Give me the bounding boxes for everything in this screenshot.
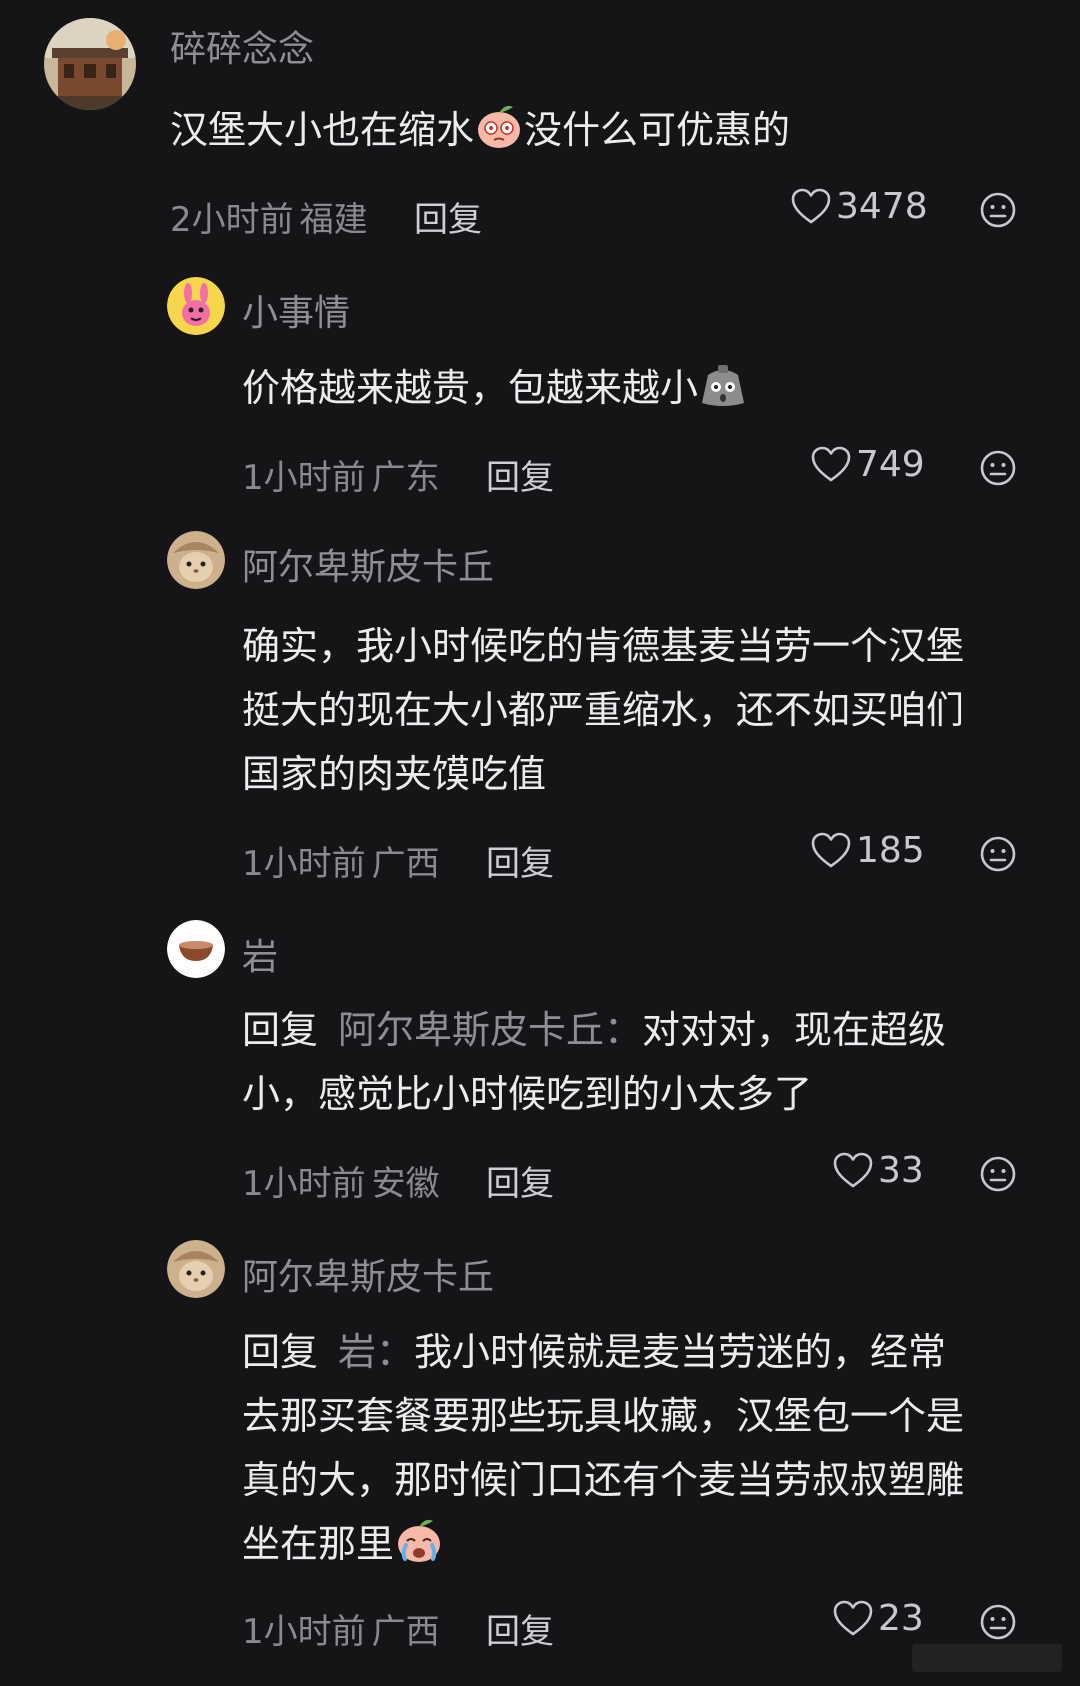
meh-face-icon[interactable] [979, 449, 1017, 487]
comment-username[interactable]: 岩 [242, 928, 278, 980]
comment-time: 1小时前 [242, 458, 366, 498]
avatar[interactable] [167, 920, 225, 978]
comment-text: 没什么可优惠的 [524, 108, 791, 152]
like-count: 23 [878, 1598, 924, 1639]
heart-outline-icon [811, 446, 851, 481]
comment-username[interactable]: 小事情 [242, 284, 350, 336]
comment-time: 2小时前 [170, 200, 294, 240]
avatar[interactable] [167, 531, 225, 589]
avatar[interactable] [44, 18, 136, 110]
meh-face-icon[interactable] [979, 1603, 1017, 1641]
comment-text: 坐在那里 [242, 1522, 395, 1566]
comment-text-line: 挺大的现在大小都严重缩水，还不如买咱们 [242, 688, 965, 732]
comment-text: 汉堡大小也在缩水 [170, 108, 475, 152]
heart-outline-icon [833, 1600, 873, 1635]
like-button[interactable]: 3478 [790, 186, 928, 227]
heart-outline-icon [791, 188, 831, 223]
comment-meta: 1小时前 安徽 [242, 1156, 440, 1205]
comment-text: 价格越来越贵，包越来越小 [242, 366, 699, 410]
comment-meta: 1小时前 广东 [242, 450, 440, 499]
avatar[interactable] [167, 1240, 225, 1298]
like-button[interactable]: 749 [810, 444, 925, 485]
heart-outline-icon [811, 832, 851, 867]
watermark [912, 1644, 1062, 1672]
heart-outline-icon [833, 1152, 873, 1187]
comment-username[interactable]: 碎碎念念 [170, 20, 314, 72]
comment-time: 1小时前 [242, 1612, 366, 1652]
reply-button[interactable]: 回复 [414, 192, 482, 241]
like-button[interactable]: 33 [832, 1150, 924, 1191]
shocked-bag-emoji [702, 365, 745, 406]
reply-button[interactable]: 回复 [486, 1156, 554, 1205]
comment-location: 广东 [371, 458, 440, 498]
meh-face-icon[interactable] [979, 191, 1017, 229]
comment-text-line: 回复 岩：我小时候就是麦当劳迷的，经常 [242, 1320, 1062, 1384]
avatar[interactable] [167, 277, 225, 335]
comment-username[interactable]: 阿尔卑斯皮卡丘 [242, 1248, 494, 1300]
reply-button[interactable]: 回复 [486, 450, 554, 499]
comment-location: 广西 [371, 1612, 440, 1652]
comment-location: 安徽 [371, 1164, 440, 1204]
comment-text-line: 回复 阿尔卑斯皮卡丘：对对对，现在超级 [242, 998, 1062, 1062]
reply-prefix: 回复 [242, 1008, 319, 1052]
comment-content: 回复 阿尔卑斯皮卡丘：对对对，现在超级 小，感觉比小时候吃到的小太多了 [242, 998, 1062, 1126]
comment-meta: 1小时前 广西 [242, 836, 440, 885]
reply-button[interactable]: 回复 [486, 1604, 554, 1653]
peach-crying-emoji [398, 1519, 441, 1562]
comment-content: 确实，我小时候吃的肯德基麦当劳一个汉堡 挺大的现在大小都严重缩水，还不如买咱们 … [242, 614, 1062, 806]
reply-target-username[interactable]: 阿尔卑斯皮卡丘： [338, 1008, 642, 1052]
like-count: 749 [856, 444, 925, 485]
reply-prefix: 回复 [242, 1330, 319, 1374]
comment-username[interactable]: 阿尔卑斯皮卡丘 [242, 538, 494, 590]
comment-text-line: 小，感觉比小时候吃到的小太多了 [242, 1072, 813, 1116]
comment-text-line: 确实，我小时候吃的肯德基麦当劳一个汉堡 [242, 624, 965, 668]
peach-dizzy-emoji [478, 105, 521, 148]
comment-location: 广西 [371, 844, 440, 884]
comment-meta: 2小时前 福建 [170, 192, 368, 241]
like-count: 3478 [836, 186, 928, 227]
comment-location: 福建 [299, 200, 368, 240]
comment-content: 价格越来越贵，包越来越小 [242, 356, 1042, 420]
comment-time: 1小时前 [242, 1164, 366, 1204]
comment-time: 1小时前 [242, 844, 366, 884]
reply-button[interactable]: 回复 [486, 836, 554, 885]
comment-meta: 1小时前 广西 [242, 1604, 440, 1653]
like-count: 33 [878, 1150, 924, 1191]
comment-text: 对对对，现在超级 [642, 1008, 947, 1052]
meh-face-icon[interactable] [979, 835, 1017, 873]
comment-text-line: 真的大，那时候门口还有个麦当劳叔叔塑雕 [242, 1458, 965, 1502]
comment-text-line: 国家的肉夹馍吃值 [242, 752, 547, 796]
comment-text: 我小时候就是麦当劳迷的，经常 [414, 1330, 947, 1374]
like-button[interactable]: 185 [810, 830, 925, 871]
comment-text-line: 去那买套餐要那些玩具收藏，汉堡包一个是 [242, 1394, 965, 1438]
like-button[interactable]: 23 [832, 1598, 924, 1639]
comment-content: 汉堡大小也在缩水 没什么可优惠的 [170, 98, 990, 162]
meh-face-icon[interactable] [979, 1155, 1017, 1193]
like-count: 185 [856, 830, 925, 871]
reply-target-username[interactable]: 岩： [338, 1330, 414, 1374]
comment-content: 回复 岩：我小时候就是麦当劳迷的，经常 去那买套餐要那些玩具收藏，汉堡包一个是 真… [242, 1320, 1062, 1576]
comment-text-line: 坐在那里 [242, 1512, 1062, 1576]
